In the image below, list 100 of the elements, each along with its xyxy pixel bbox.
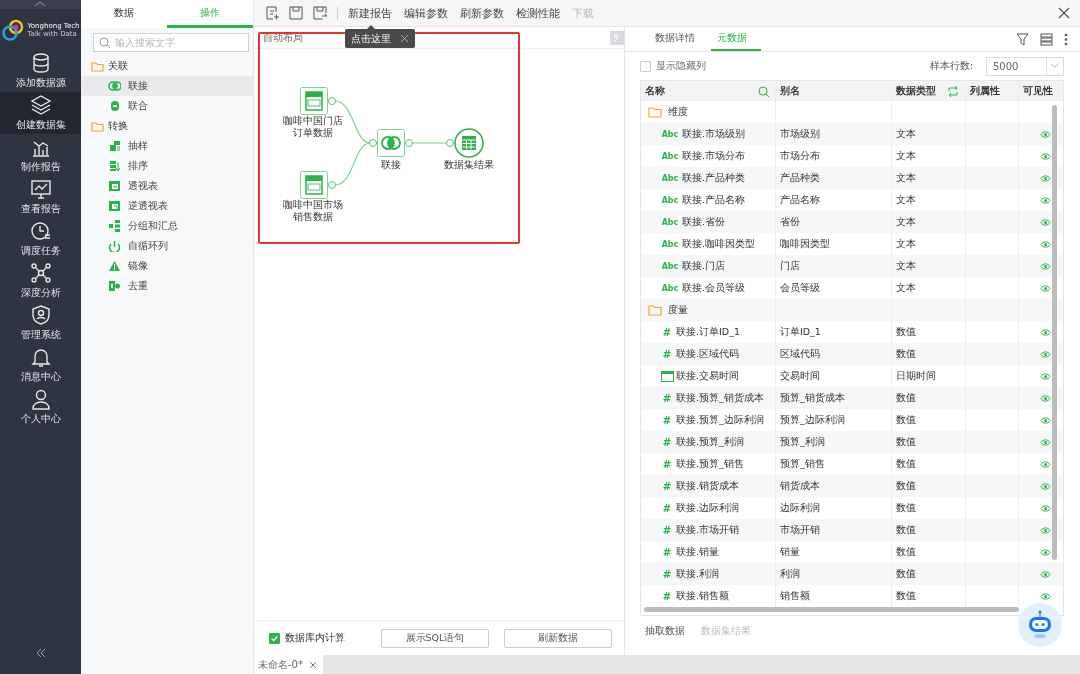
tree-group-label[interactable]: 转换 xyxy=(108,119,128,133)
column-header[interactable]: 可见性 xyxy=(1019,81,1063,101)
port-handle[interactable] xyxy=(369,139,377,147)
panel-tab[interactable]: 抽取数据 xyxy=(645,624,685,638)
result-node[interactable] xyxy=(454,128,484,158)
filter-icon[interactable] xyxy=(1016,32,1029,46)
eye-icon[interactable] xyxy=(1040,239,1051,249)
scrollbar[interactable] xyxy=(644,607,1019,612)
list-icon[interactable] xyxy=(1040,32,1053,46)
eye-icon[interactable] xyxy=(1040,261,1051,271)
eye-icon[interactable] xyxy=(1040,547,1051,557)
new-page-icon[interactable] xyxy=(265,6,279,20)
eye-icon[interactable] xyxy=(1040,393,1051,403)
eye-icon[interactable] xyxy=(1040,129,1051,139)
join-node[interactable] xyxy=(377,129,405,157)
sql-node[interactable] xyxy=(300,171,328,199)
nav-item[interactable]: 调度任务 xyxy=(0,218,81,260)
eye-icon[interactable] xyxy=(1040,349,1051,359)
save-as-icon[interactable] xyxy=(313,6,327,20)
sql-node[interactable] xyxy=(300,87,328,115)
more-icon[interactable] xyxy=(1064,32,1068,46)
table-cell: 数值 xyxy=(892,431,966,453)
eye-icon[interactable] xyxy=(1040,503,1051,513)
operation-item[interactable]: 分组和汇总 xyxy=(81,216,253,236)
eye-icon[interactable] xyxy=(1040,459,1051,469)
operation-item[interactable]: 排序 xyxy=(81,156,253,176)
column-header[interactable]: 列属性 xyxy=(966,81,1019,101)
operation-item[interactable]: 联接 xyxy=(81,76,253,96)
clock-icon xyxy=(29,220,52,242)
port-handle[interactable] xyxy=(446,139,454,147)
nav-item[interactable]: 消息中心 xyxy=(0,344,81,386)
column-header[interactable]: 数据类型 xyxy=(892,81,966,101)
operation-item[interactable]: 去重 xyxy=(81,276,253,296)
sample-rows-dropdown[interactable]: 5000 xyxy=(986,56,1064,76)
operation-item[interactable]: 镜像 xyxy=(81,256,253,276)
nav-item[interactable]: 查看报告 xyxy=(0,176,81,218)
search-icon[interactable] xyxy=(758,85,769,97)
port-handle[interactable] xyxy=(328,97,336,105)
toolbar-button[interactable]: 检测性能 xyxy=(516,5,560,21)
nav-item[interactable]: 深度分析 xyxy=(0,260,81,302)
nav-item[interactable]: 添加数据源 xyxy=(0,50,81,92)
nav-item[interactable]: 管理系统 xyxy=(0,302,81,344)
eye-icon[interactable] xyxy=(1040,195,1051,205)
nav-item[interactable]: 制作报告 xyxy=(0,134,81,176)
operation-item[interactable]: 透视表 xyxy=(81,176,253,196)
panel-tab[interactable]: 数据 xyxy=(81,0,167,28)
panel-tab[interactable]: 数据详情 xyxy=(649,27,709,51)
group-label[interactable]: 度量 xyxy=(668,303,688,317)
text-type-icon: Abc xyxy=(661,129,679,139)
scrollbar[interactable] xyxy=(1052,105,1057,560)
checkbox[interactable] xyxy=(640,60,651,72)
swap-icon[interactable] xyxy=(947,85,959,97)
operation-item[interactable]: 抽样 xyxy=(81,136,253,156)
eye-icon[interactable] xyxy=(1040,217,1051,227)
table-cell: 市场开销 xyxy=(776,519,892,541)
toolbar-button[interactable]: 编辑参数 xyxy=(404,5,448,21)
tree-group-label[interactable]: 关联 xyxy=(108,59,128,73)
eye-icon[interactable] xyxy=(1040,327,1051,337)
table-cell: 区域代码 xyxy=(776,343,892,365)
port-handle[interactable] xyxy=(405,139,413,147)
eye-icon[interactable] xyxy=(1040,173,1051,183)
field-name: 联接.产品种类 xyxy=(682,171,746,185)
checkbox[interactable] xyxy=(269,632,280,644)
column-header[interactable]: 别名 xyxy=(776,81,892,101)
port-handle[interactable] xyxy=(328,181,336,189)
action-button[interactable]: 展示SQL语句 xyxy=(381,628,489,648)
collapse-panel-icon[interactable] xyxy=(610,31,624,45)
logo-icon xyxy=(1,17,26,42)
action-button[interactable]: 刷新数据 xyxy=(504,628,612,648)
close-icon[interactable] xyxy=(400,34,409,43)
save-icon[interactable] xyxy=(289,6,303,20)
robot-icon[interactable] xyxy=(1017,602,1063,648)
search-field[interactable]: 输入搜索文字 xyxy=(93,33,249,52)
close-icon[interactable] xyxy=(309,660,317,669)
text-type-icon: Abc xyxy=(661,173,679,183)
eye-icon[interactable] xyxy=(1040,569,1051,579)
document-tab[interactable]: 未命名-0* xyxy=(254,655,323,674)
group-label[interactable]: 维度 xyxy=(668,105,688,119)
eye-icon[interactable] xyxy=(1040,151,1051,161)
toolbar-button[interactable]: 刷新参数 xyxy=(460,5,504,21)
eye-icon[interactable] xyxy=(1040,283,1051,293)
collapse-icon[interactable] xyxy=(34,648,47,658)
operation-item[interactable]: 联合 xyxy=(81,96,253,116)
eye-icon[interactable] xyxy=(1040,437,1051,447)
eye-icon[interactable] xyxy=(1040,415,1051,425)
nav-item[interactable]: 创建数据集 xyxy=(0,92,81,134)
text-type-icon: Abc xyxy=(661,217,679,227)
toolbar-button[interactable]: 新建报告 xyxy=(348,5,392,21)
power-icon xyxy=(108,240,121,252)
number-type-icon: # xyxy=(661,502,673,514)
eye-icon[interactable] xyxy=(1040,525,1051,535)
eye-icon[interactable] xyxy=(1040,591,1051,601)
close-icon[interactable] xyxy=(1058,7,1070,19)
eye-icon[interactable] xyxy=(1040,371,1051,381)
column-header[interactable]: 名称 xyxy=(641,81,776,101)
operation-item[interactable]: 逆透视表 xyxy=(81,196,253,216)
operation-item[interactable]: 自循环列 xyxy=(81,236,253,256)
eye-icon[interactable] xyxy=(1040,481,1051,491)
chevron-up-icon[interactable] xyxy=(0,0,81,9)
nav-item[interactable]: 个人中心 xyxy=(0,386,81,428)
